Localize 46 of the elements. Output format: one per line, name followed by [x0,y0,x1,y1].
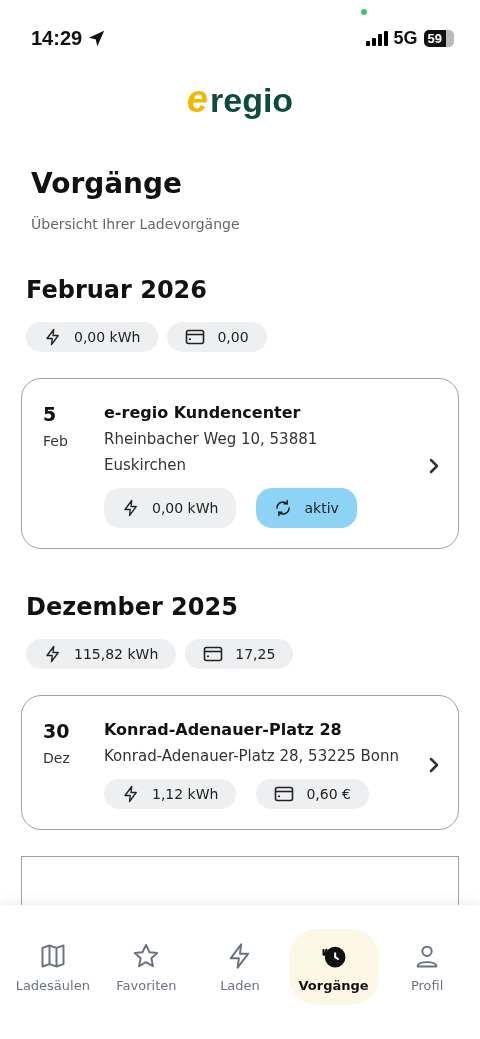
nav-tab[interactable]: Vorgänge [288,929,379,1005]
month-heading: Dezember 2025 [26,593,239,621]
status-chip: aktiv [256,488,357,528]
session-month: Dez [43,750,71,766]
session-card[interactable]: 30 Dez Konrad-Adenauer-Platz 28 Konrad-Adenauer-Platz 28, 53225 Bonn 1,12 kWh 0,60 € [21,695,459,830]
session-month: Feb [43,433,69,449]
cost-chip: 17,25 [185,639,294,669]
bolt-icon [44,645,62,663]
refresh-icon [274,499,293,517]
logo-mark: e [186,78,208,121]
nav-tab[interactable]: Profil [382,929,473,1005]
session-day: 5 [43,403,104,425]
logo-text: regio [210,81,294,120]
session-day: 30 [43,720,104,742]
energy-chip: 1,12 kWh [104,779,237,809]
chevron-right-icon [428,755,440,774]
session-card[interactable]: 5 Feb e-regio Kundencenter Rheinbacher Weg 10, 53881 Euskirchen 0,00 kWh aktiv [21,378,459,549]
credit-card-icon [203,646,224,662]
nav-tab[interactable]: Ladesäulen [7,929,98,1005]
energy-chip: 0,00 kWh [26,322,159,352]
nav-tab[interactable]: Favoriten [101,929,192,1005]
month-heading: Februar 2026 [26,276,208,304]
station-address: Rheinbacher Weg 10, 53881 Euskirchen [104,429,319,476]
camera-indicator-icon [361,9,367,15]
signal-icon [365,30,388,46]
bolt-icon [44,328,62,346]
energy-chip: 115,82 kWh [26,639,177,669]
credit-card-icon [274,786,295,802]
location-arrow-icon [88,29,106,47]
page-title: Vorgänge [31,167,184,200]
battery-level: 59 [423,29,454,47]
credit-card-icon [185,329,206,345]
station-address: Konrad-Adenauer-Platz 28, 53225 Bonn [104,746,401,767]
bolt-icon [122,499,140,517]
network-type: 5G [393,27,418,49]
status-time: 14:29 [31,26,106,50]
bolt-icon [122,785,140,803]
star-icon [132,941,161,970]
station-name: e-regio Kundencenter [104,403,302,422]
energy-chip: 0,00 kWh [104,488,237,528]
nav-tab[interactable]: Laden [195,929,285,1005]
page-subtitle: Übersicht Ihrer Ladevorgänge [31,216,241,232]
cost-chip: 0,60 € [256,779,369,809]
station-name: Konrad-Adenauer-Platz 28 [104,720,343,739]
cost-chip: 0,00 [167,322,267,352]
chevron-right-icon [428,456,440,475]
